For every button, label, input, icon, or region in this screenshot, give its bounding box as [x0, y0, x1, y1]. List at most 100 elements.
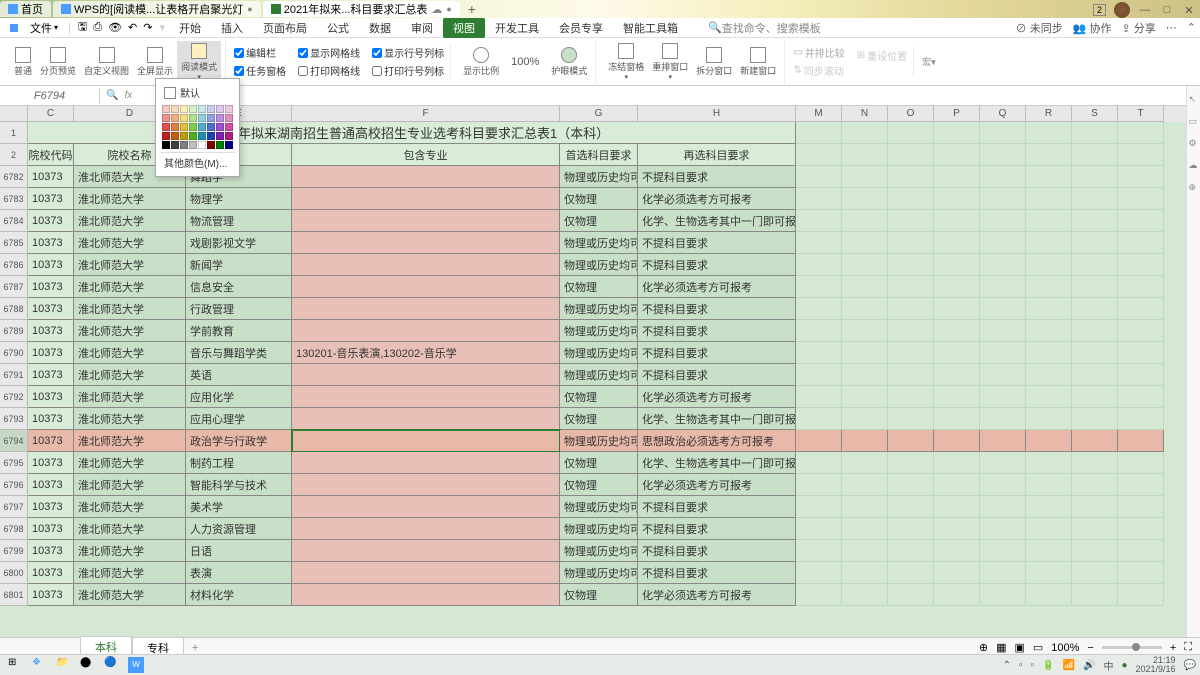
tray-battery-icon[interactable]: 🔋	[1042, 660, 1054, 671]
cell-empty[interactable]	[1072, 276, 1118, 298]
cell-empty[interactable]	[980, 254, 1026, 276]
minimize-button[interactable]: —	[1138, 3, 1152, 17]
row-header[interactable]: 6791	[0, 364, 28, 386]
notification-icon[interactable]: 💬	[1184, 660, 1196, 671]
more-icon[interactable]: ⋯	[1166, 21, 1177, 34]
cell-empty[interactable]	[888, 188, 934, 210]
cell-empty[interactable]	[1072, 210, 1118, 232]
cell-contains[interactable]	[292, 254, 560, 276]
color-swatch[interactable]	[216, 123, 224, 131]
color-swatch[interactable]	[162, 141, 170, 149]
clock[interactable]: 21:192021/9/16	[1136, 656, 1176, 674]
color-swatch[interactable]	[216, 114, 224, 122]
cell-school[interactable]: 淮北师范大学	[74, 364, 186, 386]
cell-second[interactable]: 不提科目要求	[638, 342, 796, 364]
cell-code[interactable]: 10373	[28, 474, 74, 496]
cell-empty[interactable]	[1026, 122, 1072, 144]
add-sheet-button[interactable]: +	[184, 642, 206, 654]
cell-empty[interactable]	[888, 386, 934, 408]
cell-first[interactable]: 仅物理	[560, 386, 638, 408]
row-header[interactable]: 6792	[0, 386, 28, 408]
tab-home[interactable]: 首页	[0, 1, 51, 17]
cloud-icon[interactable]: ☁	[1189, 160, 1199, 170]
cell-empty[interactable]	[842, 518, 888, 540]
cell-empty[interactable]	[796, 210, 842, 232]
col-header-F[interactable]: F	[292, 106, 560, 122]
cell-empty[interactable]	[1072, 122, 1118, 144]
cell-empty[interactable]	[934, 496, 980, 518]
select-all-corner[interactable]	[0, 106, 28, 122]
cell-second[interactable]: 不提科目要求	[638, 320, 796, 342]
share-button[interactable]: ⇪ 分享	[1122, 20, 1156, 36]
cell-contains[interactable]	[292, 166, 560, 188]
cell-empty[interactable]	[796, 276, 842, 298]
cell-code[interactable]: 10373	[28, 430, 74, 452]
cell-first[interactable]: 仅物理	[560, 276, 638, 298]
task-app-2[interactable]: 📁	[56, 657, 72, 673]
row-header[interactable]: 6789	[0, 320, 28, 342]
cell-empty[interactable]	[934, 210, 980, 232]
color-swatch[interactable]	[189, 132, 197, 140]
cell-empty[interactable]	[1026, 276, 1072, 298]
row-header[interactable]: 6788	[0, 298, 28, 320]
cell-empty[interactable]	[796, 562, 842, 584]
redo-icon[interactable]: ↷	[140, 21, 155, 34]
menu-9[interactable]: 智能工具箱	[613, 18, 688, 38]
color-swatch[interactable]	[207, 123, 215, 131]
cell-school[interactable]: 淮北师范大学	[74, 540, 186, 562]
cell-empty[interactable]	[888, 408, 934, 430]
cell-first[interactable]: 物理或历史均可	[560, 364, 638, 386]
cell-first[interactable]: 物理或历史均可	[560, 562, 638, 584]
cell-code[interactable]: 10373	[28, 364, 74, 386]
cell-empty[interactable]	[888, 320, 934, 342]
view-reading-icon[interactable]: ▭	[1033, 641, 1043, 654]
cell-empty[interactable]	[796, 342, 842, 364]
cell-empty[interactable]	[842, 584, 888, 606]
color-swatch[interactable]	[198, 123, 206, 131]
cell-empty[interactable]	[934, 166, 980, 188]
cell-empty[interactable]	[980, 430, 1026, 452]
krm-icon[interactable]: ⊕	[979, 641, 988, 654]
zoom-out[interactable]: −	[1087, 642, 1093, 654]
select-icon[interactable]: ▭	[1189, 116, 1199, 126]
cell-empty[interactable]	[1072, 496, 1118, 518]
cell-second[interactable]: 不提科目要求	[638, 518, 796, 540]
tray-wifi-icon[interactable]: 📶	[1063, 660, 1075, 671]
cell-empty[interactable]	[1026, 320, 1072, 342]
split-window[interactable]: 拆分窗口	[692, 45, 736, 79]
cell-empty[interactable]	[1072, 430, 1118, 452]
cell-major[interactable]: 材料化学	[186, 584, 292, 606]
cell-empty[interactable]	[842, 474, 888, 496]
cell-empty[interactable]	[796, 364, 842, 386]
row-header[interactable]: 1	[0, 122, 28, 144]
view-normal-icon[interactable]: ▦	[996, 641, 1006, 654]
cell-empty[interactable]	[796, 144, 842, 166]
menu-2[interactable]: 页面布局	[253, 18, 317, 38]
cell-empty[interactable]	[934, 122, 980, 144]
cell-second[interactable]: 化学、生物选考其中一门即可报考	[638, 210, 796, 232]
row-header[interactable]: 6787	[0, 276, 28, 298]
avatar[interactable]	[1114, 2, 1130, 18]
cell-code[interactable]: 10373	[28, 254, 74, 276]
cell-contains[interactable]	[292, 430, 560, 452]
cell-empty[interactable]	[1118, 232, 1164, 254]
row-header[interactable]: 6799	[0, 540, 28, 562]
tray-up-icon[interactable]: ⌃	[1003, 660, 1011, 671]
cell-empty[interactable]	[934, 364, 980, 386]
cell-empty[interactable]	[796, 474, 842, 496]
row-header[interactable]: 6782	[0, 166, 28, 188]
cell-major[interactable]: 新闻学	[186, 254, 292, 276]
color-swatch[interactable]	[171, 105, 179, 113]
cell-empty[interactable]	[796, 496, 842, 518]
new-window[interactable]: 新建窗口	[736, 45, 780, 79]
cell-school[interactable]: 淮北师范大学	[74, 386, 186, 408]
color-swatch[interactable]	[207, 105, 215, 113]
cell-second[interactable]: 不提科目要求	[638, 364, 796, 386]
cell-empty[interactable]	[842, 408, 888, 430]
cell-first[interactable]: 仅物理	[560, 584, 638, 606]
color-swatch[interactable]	[180, 141, 188, 149]
cell-second[interactable]: 化学必须选考方可报考	[638, 276, 796, 298]
color-swatch[interactable]	[207, 132, 215, 140]
cell-empty[interactable]	[934, 562, 980, 584]
cell-major[interactable]: 物流管理	[186, 210, 292, 232]
